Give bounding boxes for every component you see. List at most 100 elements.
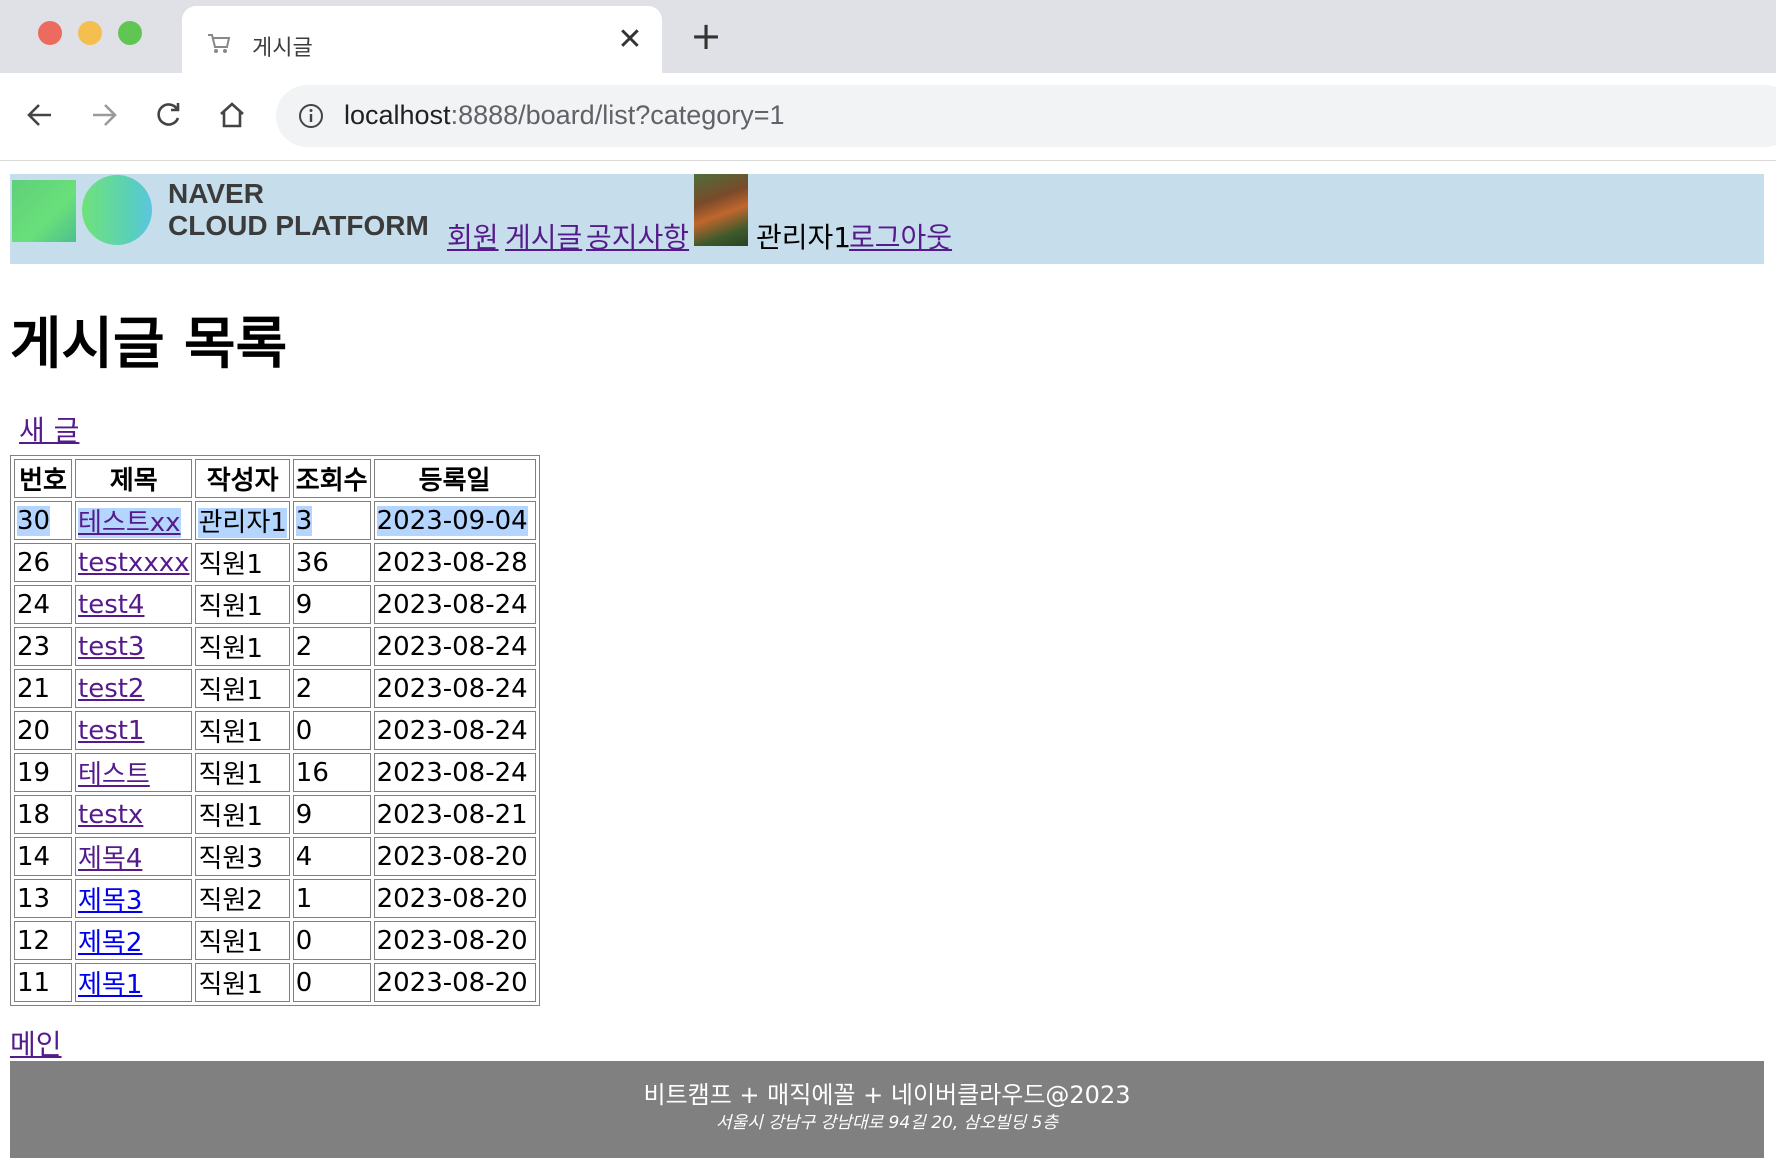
- info-icon[interactable]: [298, 103, 324, 129]
- window-close-button[interactable]: [38, 21, 62, 45]
- reload-icon: [157, 103, 180, 126]
- cell-number: 19: [14, 753, 72, 792]
- url-text[interactable]: localhost:8888/board/list?category=1: [344, 100, 785, 131]
- cell-title: 제목4: [75, 837, 193, 876]
- post-title-link[interactable]: testx: [78, 800, 143, 830]
- window-zoom-button[interactable]: [118, 21, 142, 45]
- table-row: 13 제목3 직원2 1 2023-08-20: [14, 879, 536, 918]
- cell-date: 2023-09-04: [373, 501, 536, 540]
- cell-title: test1: [75, 711, 193, 750]
- table-row: 30 테스트xx 관리자1 3 2023-09-04: [14, 501, 536, 540]
- cell-number: 30: [14, 501, 72, 540]
- board-table: 번호 제목 작성자 조회수 등록일 30 테스트xx 관리자1 3 2023-0…: [10, 455, 540, 1006]
- home-button[interactable]: [212, 95, 252, 135]
- back-button[interactable]: [20, 95, 60, 135]
- site-footer: 비트캠프 + 매직에꼴 + 네이버클라우드@2023 서울시 강남구 강남대로 …: [10, 1061, 1764, 1158]
- cell-date-text: 2023-09-04: [376, 505, 528, 536]
- cell-title: 제목1: [75, 963, 193, 1002]
- cell-views-text: 3: [295, 505, 313, 536]
- table-row: 23 test3 직원1 2 2023-08-24: [14, 627, 536, 666]
- cell-number: 11: [14, 963, 72, 1002]
- col-header-author: 작성자: [195, 459, 290, 498]
- table-row: 14 제목4 직원3 4 2023-08-20: [14, 837, 536, 876]
- cell-author: 직원1: [195, 669, 290, 708]
- post-title-link[interactable]: 제목3: [78, 886, 142, 916]
- cell-number: 18: [14, 795, 72, 834]
- tab-close-icon[interactable]: ✕: [615, 22, 645, 57]
- cell-title: 테스트: [75, 753, 193, 792]
- home-icon: [220, 102, 244, 128]
- post-title-link[interactable]: test1: [78, 716, 144, 746]
- post-title-link[interactable]: 테스트xx: [78, 508, 181, 538]
- url-path: :8888/board/list?category=1: [450, 100, 785, 130]
- cell-number: 26: [14, 543, 72, 582]
- col-header-views: 조회수: [292, 459, 371, 498]
- table-row: 11 제목1 직원1 0 2023-08-20: [14, 963, 536, 1002]
- logout-link[interactable]: 로그아웃: [849, 216, 952, 256]
- cell-author: 직원1: [195, 753, 290, 792]
- cell-author: 직원1: [195, 795, 290, 834]
- cell-author: 직원1: [195, 627, 290, 666]
- cell-date: 2023-08-20: [373, 879, 536, 918]
- cell-date: 2023-08-24: [373, 753, 536, 792]
- post-title-link[interactable]: 제목2: [78, 928, 142, 958]
- table-row: 24 test4 직원1 9 2023-08-24: [14, 585, 536, 624]
- cell-title: 테스트xx: [75, 501, 193, 540]
- post-title-link[interactable]: test4: [78, 590, 144, 620]
- cell-date: 2023-08-24: [373, 669, 536, 708]
- new-tab-button[interactable]: +: [688, 17, 724, 55]
- browser-tab[interactable]: 게시글 ✕: [182, 6, 662, 73]
- cell-number-text: 30: [17, 505, 51, 536]
- post-title-link[interactable]: 제목1: [78, 970, 142, 1000]
- cell-number: 23: [14, 627, 72, 666]
- post-title-link[interactable]: 제목4: [78, 844, 142, 874]
- forward-button[interactable]: [84, 95, 124, 135]
- cell-author: 직원2: [195, 879, 290, 918]
- cell-views: 36: [292, 543, 371, 582]
- tab-title: 게시글: [252, 36, 313, 61]
- cell-number: 13: [14, 879, 72, 918]
- cell-author: 관리자1: [195, 501, 290, 540]
- cell-title: 제목2: [75, 921, 193, 960]
- table-row: 20 test1 직원1 0 2023-08-24: [14, 711, 536, 750]
- back-arrow-icon: [27, 104, 51, 126]
- nav-link-member[interactable]: 회원: [447, 216, 499, 256]
- post-title-link[interactable]: test3: [78, 632, 144, 662]
- site-header: NAVER CLOUD PLATFORM 회원 게시글 공지사항 관리자1 로그…: [10, 174, 1764, 264]
- cell-title: test2: [75, 669, 193, 708]
- cell-number: 12: [14, 921, 72, 960]
- cell-author: 직원1: [195, 711, 290, 750]
- post-title-link[interactable]: testxxxx: [78, 548, 189, 578]
- window-minimize-button[interactable]: [78, 21, 102, 45]
- nav-link-board[interactable]: 게시글: [505, 216, 582, 256]
- cell-views: 0: [292, 711, 371, 750]
- browser-toolbar: localhost:8888/board/list?category=1: [0, 73, 1776, 161]
- table-row: 19 테스트 직원1 16 2023-08-24: [14, 753, 536, 792]
- cell-title: testxxxx: [75, 543, 193, 582]
- footer-address: 서울시 강남구 강남대로 94길 20, 삼오빌딩 5층: [715, 1113, 1059, 1133]
- page-content: NAVER CLOUD PLATFORM 회원 게시글 공지사항 관리자1 로그…: [0, 161, 1776, 1158]
- cell-title: test3: [75, 627, 193, 666]
- cell-views: 3: [292, 501, 371, 540]
- browser-tab-bar: 게시글 ✕ +: [0, 0, 1776, 73]
- cell-date: 2023-08-28: [373, 543, 536, 582]
- cell-number: 24: [14, 585, 72, 624]
- post-title-link[interactable]: 테스트: [78, 760, 150, 790]
- main-page-link[interactable]: 메인: [10, 1023, 62, 1063]
- cell-author: 직원1: [195, 921, 290, 960]
- cell-author: 직원1: [195, 963, 290, 1002]
- brand-logo: NAVER CLOUD PLATFORM: [168, 178, 429, 242]
- address-bar[interactable]: localhost:8888/board/list?category=1: [276, 85, 1776, 147]
- nav-link-notice[interactable]: 공지사항: [586, 216, 689, 256]
- cell-views: 4: [292, 837, 371, 876]
- cell-author-text: 관리자1: [198, 508, 287, 538]
- new-post-link[interactable]: 새 글: [19, 409, 79, 449]
- cart-icon: [208, 34, 231, 53]
- cell-title: 제목3: [75, 879, 193, 918]
- cell-views: 2: [292, 627, 371, 666]
- footer-credits: 비트캠프 + 매직에꼴 + 네이버클라우드@2023: [643, 1081, 1131, 1109]
- reload-button[interactable]: [148, 95, 188, 135]
- post-title-link[interactable]: test2: [78, 674, 144, 704]
- table-row: 21 test2 직원1 2 2023-08-24: [14, 669, 536, 708]
- cell-number: 14: [14, 837, 72, 876]
